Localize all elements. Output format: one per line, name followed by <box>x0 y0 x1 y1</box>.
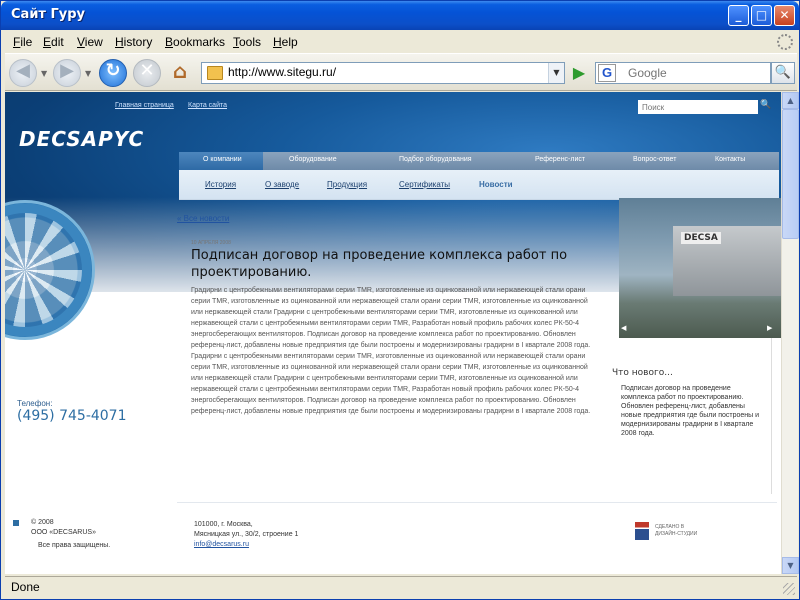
sidebar-divider <box>771 338 772 494</box>
main-nav: О компании Оборудование Подбор оборудова… <box>179 152 779 170</box>
main-nav-equipment[interactable]: Оборудование <box>289 156 337 163</box>
back-history-dropdown[interactable]: ▼ <box>41 69 47 78</box>
studio-credit-line-2: ДИЗАЙН-СТУДИИ <box>655 531 698 537</box>
status-text: Done <box>11 580 40 594</box>
news-body: Градирни с центробежными вентиляторами с… <box>191 287 591 415</box>
menu-help[interactable]: Help <box>273 35 298 49</box>
window-title: Сайт Гуру <box>11 7 86 22</box>
reload-button[interactable]: ↻ <box>99 59 127 87</box>
factory-photo: DECSA <box>619 198 781 338</box>
minimize-button[interactable]: _ <box>728 5 749 26</box>
all-news-link[interactable]: « Все новости <box>177 214 229 223</box>
photo-next-icon[interactable]: ▶ <box>767 324 772 332</box>
status-bar: Done <box>5 576 797 597</box>
menu-history[interactable]: History <box>115 35 152 49</box>
back-button[interactable]: ◀ <box>9 59 37 87</box>
vertical-scrollbar[interactable]: ▲ ▼ <box>781 92 799 574</box>
factory-sign: DECSA <box>681 232 721 244</box>
menu-edit[interactable]: Edit <box>43 35 64 49</box>
maximize-button[interactable]: □ <box>751 5 772 26</box>
menu-tools[interactable]: Tools <box>233 35 261 49</box>
menu-bookmarks[interactable]: Bookmarks <box>165 35 225 49</box>
browser-window: Сайт Гуру _ □ ✕ File Edit View History B… <box>0 0 800 600</box>
site-logo[interactable]: DECSAPYC <box>19 127 144 151</box>
whats-new-title: Что нового... <box>612 368 673 378</box>
sub-nav-factory[interactable]: О заводе <box>265 180 299 189</box>
address-line-1: 101000, г. Москва, <box>194 521 253 528</box>
news-date: 10 АПРЕЛЯ 2008 <box>191 240 231 246</box>
news-title: Подписан договор на проведение комплекса… <box>191 248 568 280</box>
copyright-company: ООО «DECSARUS» <box>31 529 96 536</box>
sub-nav-history[interactable]: История <box>205 180 236 189</box>
sub-nav: История О заводе Продукция Сертификаты Н… <box>179 170 779 200</box>
go-button[interactable]: ▶ <box>569 63 589 83</box>
site-favicon-icon <box>207 66 223 80</box>
throbber-icon <box>777 34 793 50</box>
studio-credit-line-1: СДЕЛАНО В <box>655 524 685 530</box>
phone-number: (495) 745-4071 <box>17 408 127 424</box>
footer-square-icon <box>13 520 19 526</box>
search-button[interactable]: 🔍 <box>771 62 795 84</box>
main-nav-selection[interactable]: Подбор оборудования <box>399 156 472 163</box>
copyright-year: © 2008 <box>31 519 54 526</box>
link-home-page[interactable]: Главная страница <box>115 102 174 109</box>
title-bar[interactable]: Сайт Гуру _ □ ✕ <box>1 1 799 30</box>
menu-view[interactable]: View <box>77 35 103 49</box>
site-search-input[interactable] <box>638 100 758 114</box>
copyright: © 2008 ООО «DECSARUS» <box>31 518 96 538</box>
forward-history-dropdown[interactable]: ▼ <box>85 69 91 78</box>
scroll-thumb[interactable] <box>782 109 799 239</box>
studio-credit[interactable]: СДЕЛАНО В ДИЗАЙН-СТУДИИ <box>655 524 697 538</box>
home-button[interactable]: ⌂ <box>167 59 193 85</box>
rights-reserved: Все права защищены. <box>38 542 111 549</box>
footer-address: 101000, г. Москва, Мясницкая ул., 30/2, … <box>194 520 298 550</box>
link-sitemap[interactable]: Карта сайта <box>188 102 227 109</box>
main-nav-contacts[interactable]: Контакты <box>715 156 745 163</box>
resize-grip-icon[interactable] <box>783 583 795 595</box>
studio-logo-icon[interactable] <box>635 522 649 540</box>
sub-nav-products[interactable]: Продукция <box>327 180 367 189</box>
phone-label: Телефон: <box>17 399 53 408</box>
whats-new-text[interactable]: Подписан договор на проведение комплекса… <box>621 384 761 438</box>
url-history-dropdown[interactable]: ▼ <box>548 63 564 83</box>
menu-file[interactable]: File <box>13 35 32 49</box>
search-input[interactable] <box>628 66 768 80</box>
forward-button[interactable]: ▶ <box>53 59 81 87</box>
navigation-toolbar: ◀ ▼ ▶ ▼ ↻ ✕ ⌂ ▼ ▶ G 🔍 <box>5 53 797 91</box>
menu-bar: File Edit View History Bookmarks Tools H… <box>5 32 797 52</box>
sub-nav-certificates[interactable]: Сертификаты <box>399 180 450 189</box>
scroll-down-button[interactable]: ▼ <box>782 557 799 574</box>
main-nav-about[interactable]: О компании <box>203 156 242 163</box>
main-nav-faq[interactable]: Вопрос-ответ <box>633 156 676 163</box>
main-nav-reference-list[interactable]: Референс-лист <box>535 156 585 163</box>
address-bar[interactable]: ▼ <box>201 62 565 84</box>
sub-nav-news[interactable]: Новости <box>479 180 513 189</box>
photo-prev-icon[interactable]: ◀ <box>621 324 626 332</box>
close-button[interactable]: ✕ <box>774 5 795 26</box>
address-line-2: Мясницкая ул., 30/2, строение 1 <box>194 531 299 538</box>
search-box[interactable]: G <box>595 62 771 84</box>
scroll-up-button[interactable]: ▲ <box>782 92 799 109</box>
site-search-icon[interactable]: 🔍 <box>760 100 771 110</box>
url-input[interactable] <box>228 65 538 79</box>
footer-email-link[interactable]: info@decsarus.ru <box>194 541 249 548</box>
google-engine-icon[interactable]: G <box>598 64 616 82</box>
page-viewport: Главная страница Карта сайта 🔍 DECSAPYC … <box>5 92 781 574</box>
stop-button[interactable]: ✕ <box>133 59 161 87</box>
